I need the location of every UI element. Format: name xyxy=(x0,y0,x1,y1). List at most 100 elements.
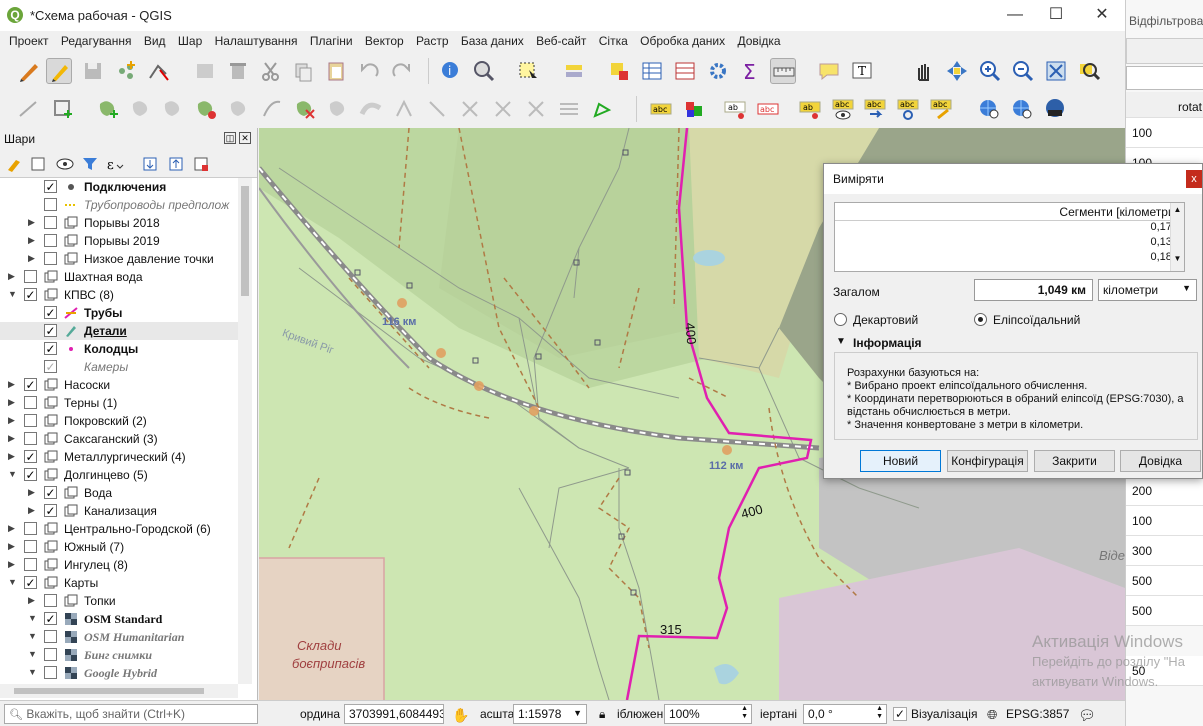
layer-row[interactable]: ▶ Центрально-Городской (6) xyxy=(0,520,238,538)
processing-toolbox-icon[interactable] xyxy=(705,58,731,84)
collapse-arrow-icon[interactable]: ▶ xyxy=(28,253,38,264)
menu-vector[interactable]: Вектор xyxy=(365,31,404,51)
layer-visibility-checkbox[interactable]: ✓ xyxy=(44,486,57,499)
magnifier-spinbox[interactable]: 100% ▲ ▼ xyxy=(664,704,752,724)
layer-visibility-checkbox[interactable] xyxy=(24,522,37,535)
add-group-icon[interactable] xyxy=(31,157,45,171)
collapse-arrow-icon[interactable]: ▶ xyxy=(8,415,18,426)
configuration-button[interactable]: Конфігурація xyxy=(947,450,1028,472)
radio-cartesian[interactable] xyxy=(834,313,847,326)
toggle-editing-icon[interactable] xyxy=(46,58,72,84)
layer-visibility-checkbox[interactable] xyxy=(44,594,57,607)
layer-row[interactable]: ✓ Подключения xyxy=(0,178,238,196)
lock-scale-icon[interactable]: 🔒︎ xyxy=(599,707,605,722)
collapse-arrow-icon[interactable]: ▶ xyxy=(28,595,38,606)
filter-expression-icon[interactable]: ε xyxy=(107,158,124,173)
collapse-arrow-icon[interactable]: ▶ xyxy=(8,523,18,534)
menu-layer[interactable]: Шар xyxy=(178,31,202,51)
snapping-icon[interactable] xyxy=(556,96,582,122)
edits-pencil-icon[interactable] xyxy=(16,58,42,84)
close-panel-button[interactable]: ✕ xyxy=(239,132,251,144)
collapse-arrow-icon[interactable]: ▶ xyxy=(28,235,38,246)
locator-search-input[interactable]: 🔍︎ Вкажіть, щоб знайти (Ctrl+K) xyxy=(4,704,258,724)
expand-arrow-icon[interactable]: ▼ xyxy=(28,649,38,659)
layer-row[interactable]: ▶ Шахтная вода xyxy=(0,268,238,286)
right-dock-row[interactable]: 200 xyxy=(1126,476,1203,506)
expand-arrow-icon[interactable]: ▼ xyxy=(8,577,18,587)
layer-visibility-checkbox[interactable]: ✓ xyxy=(44,612,57,625)
highlight-labels-icon[interactable]: abc xyxy=(755,96,781,122)
collapse-arrow-icon[interactable]: ▶ xyxy=(8,271,18,282)
undo-icon[interactable] xyxy=(356,58,382,84)
pan-map-icon[interactable] xyxy=(911,58,937,84)
collapse-arrow-icon[interactable]: ▶ xyxy=(8,379,18,390)
measure-line-icon[interactable] xyxy=(770,58,796,84)
move-label-arrow-icon[interactable]: abc xyxy=(862,96,888,122)
zoom-full-icon[interactable] xyxy=(1043,58,1069,84)
select-by-value-icon[interactable] xyxy=(561,58,587,84)
layer-row[interactable]: ▶ Терны (1) xyxy=(0,394,238,412)
layer-row[interactable]: ▶ ✓ Металлургический (4) xyxy=(0,448,238,466)
add-part-icon[interactable] xyxy=(95,96,121,122)
expand-arrow-icon[interactable]: ▼ xyxy=(28,631,38,641)
layer-row[interactable]: ▶ Южный (7) xyxy=(0,538,238,556)
collapse-all-icon[interactable] xyxy=(169,157,183,171)
measure-dialog-close-button[interactable]: x xyxy=(1186,170,1202,188)
layer-visibility-checkbox[interactable] xyxy=(24,270,37,283)
layer-row[interactable]: ▶ ✓ Насоски xyxy=(0,376,238,394)
layer-visibility-checkbox[interactable] xyxy=(24,540,37,553)
layer-row[interactable]: ✓ Трубы xyxy=(0,304,238,322)
new-measure-button[interactable]: Новий xyxy=(860,450,941,472)
layer-row[interactable]: ▶ ✓ Канализация xyxy=(0,502,238,520)
collapse-arrow-icon[interactable]: ▶ xyxy=(8,541,18,552)
crs-status[interactable]: EPSG:3857 xyxy=(1006,707,1069,721)
deselect-features-icon[interactable] xyxy=(606,58,632,84)
collapse-arrow-icon[interactable]: ▶ xyxy=(8,559,18,570)
layer-visibility-checkbox[interactable]: ✓ xyxy=(44,180,57,193)
offset-point-icon[interactable] xyxy=(424,96,450,122)
menu-project[interactable]: Проект xyxy=(9,31,49,51)
layer-visibility-checkbox[interactable] xyxy=(44,630,57,643)
layer-row[interactable]: ✓ Колодцы xyxy=(0,340,238,358)
layer-tree-scrollbar[interactable] xyxy=(238,178,252,684)
select-features-icon[interactable] xyxy=(515,58,541,84)
layer-row[interactable]: ✓ Детали xyxy=(0,322,238,340)
layer-visibility-checkbox[interactable]: ✓ xyxy=(24,468,37,481)
zoom-out-icon[interactable] xyxy=(1010,58,1036,84)
layer-row[interactable]: ✓ Камеры xyxy=(0,358,238,376)
field-calculator-icon[interactable] xyxy=(672,58,698,84)
right-dock-column-header[interactable]: rotat xyxy=(1126,92,1203,118)
layer-row[interactable]: ▶ Порывы 2018 xyxy=(0,214,238,232)
menu-raster[interactable]: Растр xyxy=(416,31,448,51)
pin-labels-icon[interactable]: ab xyxy=(722,96,748,122)
collapse-arrow-icon[interactable]: ▶ xyxy=(28,217,38,228)
merge-features-icon[interactable] xyxy=(325,96,351,122)
menu-mesh[interactable]: Сітка xyxy=(599,31,628,51)
offset-curve-icon[interactable] xyxy=(259,96,285,122)
change-label-icon[interactable]: abc xyxy=(928,96,954,122)
coordinate-field[interactable]: 3703991,6084493 xyxy=(344,704,444,724)
menu-database[interactable]: База даних xyxy=(461,31,524,51)
segment-row[interactable]: 0,136 xyxy=(835,236,1184,251)
layer-visibility-checkbox[interactable] xyxy=(44,252,57,265)
expand-arrow-icon[interactable]: ▼ xyxy=(28,613,38,623)
rotation-spinbox[interactable]: 0,0 ° ▲ ▼ xyxy=(803,704,887,724)
right-dock-row[interactable]: 500 xyxy=(1126,596,1203,626)
layer-visibility-checkbox[interactable]: ✓ xyxy=(44,504,57,517)
layer-visibility-checkbox[interactable]: ✓ xyxy=(24,378,37,391)
menu-processing[interactable]: Обробка даних xyxy=(640,31,725,51)
expand-arrow-icon[interactable]: ▼ xyxy=(8,289,18,299)
right-dock-row[interactable]: 100 xyxy=(1126,506,1203,536)
layer-visibility-checkbox[interactable] xyxy=(44,648,57,661)
layer-row[interactable]: ▶ Топки xyxy=(0,592,238,610)
layer-row[interactable]: ▶ Низкое давление точки xyxy=(0,250,238,268)
plugin-globe-icon[interactable] xyxy=(1042,96,1068,122)
zoom-in-icon[interactable] xyxy=(977,58,1003,84)
pan-to-selection-icon[interactable] xyxy=(944,58,970,84)
menu-edit[interactable]: Редагування xyxy=(61,31,132,51)
modify-attributes-icon[interactable] xyxy=(192,58,218,84)
collapse-arrow-icon[interactable]: ▶ xyxy=(28,505,38,516)
layer-visibility-checkbox[interactable] xyxy=(24,414,37,427)
float-panel-button[interactable]: ◫ xyxy=(224,132,236,144)
close-window-button[interactable]: ✕ xyxy=(1082,4,1122,26)
